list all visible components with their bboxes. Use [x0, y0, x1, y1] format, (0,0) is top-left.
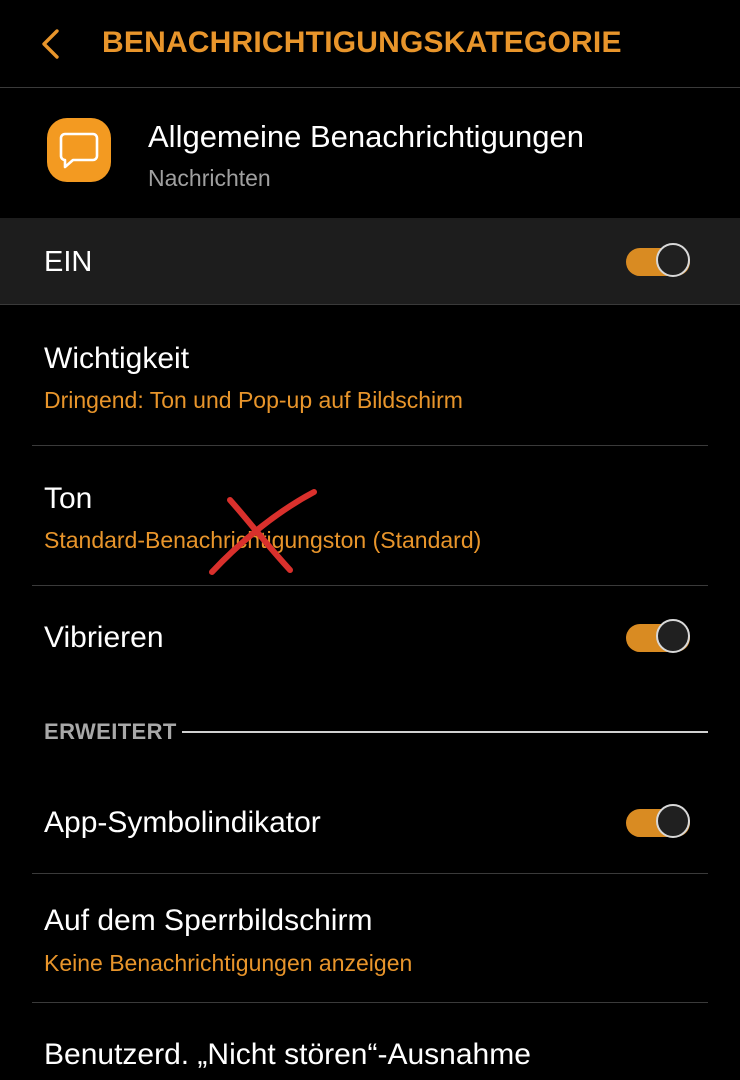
row-divider: [32, 873, 708, 874]
badge-toggle[interactable]: [626, 804, 692, 840]
row-divider: [32, 445, 708, 446]
chat-bubble-icon: [59, 132, 99, 169]
back-button[interactable]: [30, 22, 70, 66]
importance-title: Wichtigkeit: [44, 342, 190, 375]
category-name: Allgemeine Benachrichtigungen: [148, 119, 585, 154]
sound-title: Ton: [44, 482, 93, 515]
category-group: Nachrichten: [148, 165, 271, 191]
vibrate-title: Vibrieren: [44, 621, 164, 654]
chevron-left-icon: [42, 29, 59, 59]
importance-value: Dringend: Ton und Pop-up auf Bildschirm: [44, 387, 463, 413]
toggle-knob: [656, 619, 690, 653]
header-divider: [0, 87, 740, 88]
toggle-knob: [656, 243, 690, 277]
red-cross-annotation: [209, 489, 317, 575]
master-switch-row[interactable]: EIN: [0, 218, 740, 304]
app-icon: [47, 118, 111, 182]
toggle-knob: [656, 804, 690, 838]
lock-screen-value: Keine Benachrichtigungen anzeigen: [44, 950, 413, 976]
master-switch-label: EIN: [44, 246, 93, 278]
vibrate-toggle[interactable]: [626, 619, 692, 655]
app-info-header: Allgemeine Benachrichtigungen Nachrichte…: [0, 89, 740, 217]
master-divider: [0, 304, 740, 305]
badge-title: App-Symbolindikator: [44, 806, 321, 839]
top-app-bar: BENACHRICHTIGUNGSKATEGORIE: [0, 0, 740, 88]
lock-screen-title: Auf dem Sperrbildschirm: [44, 904, 373, 937]
dnd-exception-title: Benutzerd. „Nicht stören“-Ausnahme: [44, 1038, 531, 1071]
row-divider: [32, 1002, 708, 1003]
section-header-advanced: ERWEITERT: [44, 719, 177, 744]
section-divider-line: [182, 731, 708, 733]
page-title: BENACHRICHTIGUNGSKATEGORIE: [102, 26, 622, 59]
master-toggle[interactable]: [626, 243, 692, 279]
row-divider: [32, 585, 708, 586]
